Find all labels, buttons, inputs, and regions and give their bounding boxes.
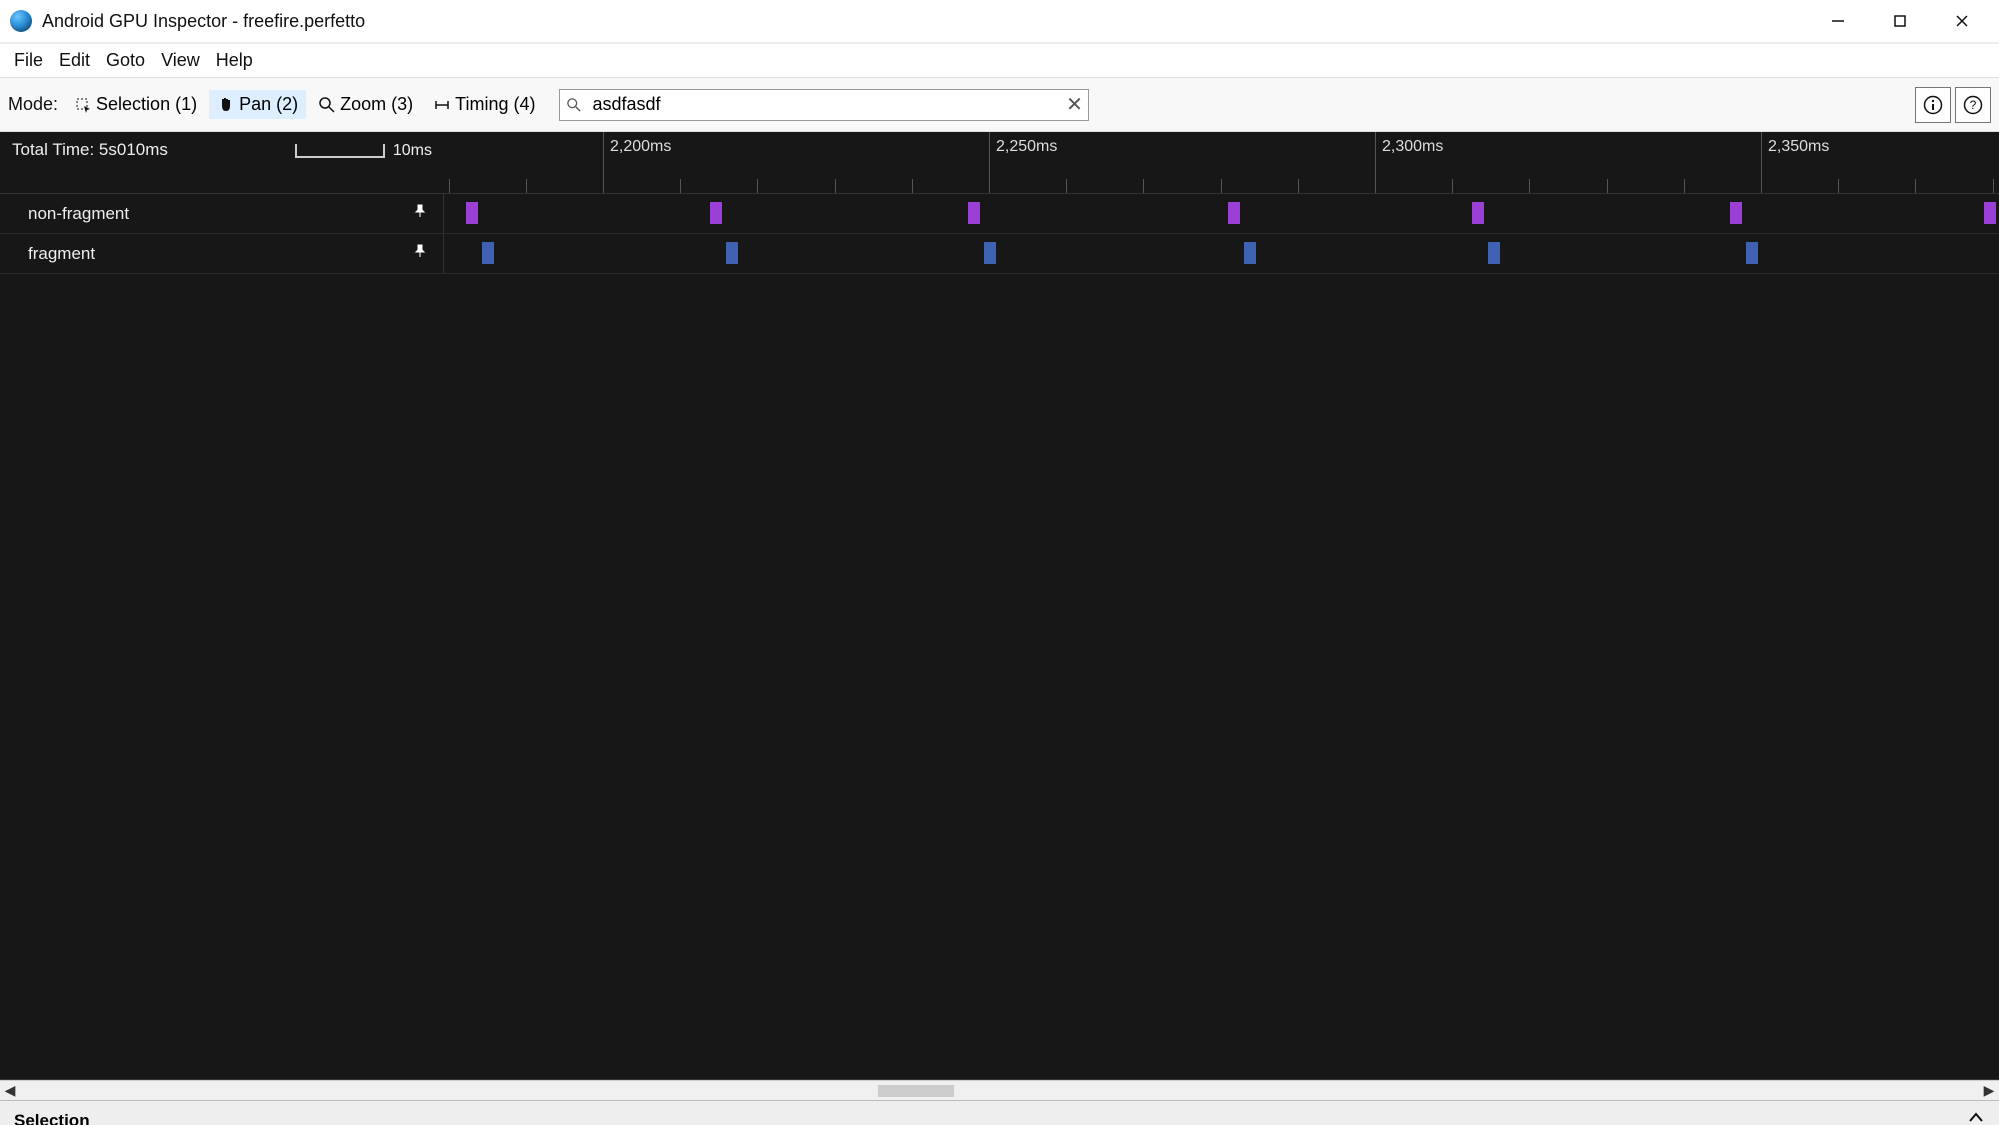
timeline-event[interactable] [984, 242, 996, 264]
ruler-minor-tick [449, 179, 450, 193]
timeline-ruler[interactable]: Total Time: 5s010ms 10ms 2,200ms 2,250ms 2… [0, 132, 1999, 194]
selection-panel-header[interactable]: Selection [0, 1100, 1999, 1125]
scroll-thumb[interactable] [878, 1085, 954, 1097]
ruler-minor-tick [680, 179, 681, 193]
timeline-event[interactable] [710, 202, 722, 224]
timeline-event[interactable] [726, 242, 738, 264]
ruler-major-tick: 2,350ms [1761, 132, 1762, 193]
track-name-label: fragment [28, 244, 95, 264]
ruler-minor-tick [1838, 179, 1839, 193]
mode-label: Mode: [8, 94, 58, 115]
ruler-minor-tick [835, 179, 836, 193]
mode-timing-button[interactable]: Timing (4) [425, 90, 543, 119]
pan-icon [217, 96, 235, 114]
ruler-major-tick: 2,250ms [989, 132, 990, 193]
track-header[interactable]: non-fragment [0, 194, 444, 233]
track-row[interactable]: non-fragment [0, 194, 1999, 234]
ruler-tick-label: 2,300ms [1382, 138, 1443, 156]
track-row[interactable]: fragment [0, 234, 1999, 274]
ruler-tick-label: 2,350ms [1768, 138, 1829, 156]
menu-help[interactable]: Help [208, 46, 261, 75]
timeline-event[interactable] [466, 202, 478, 224]
search-clear-button[interactable]: ✕ [1060, 92, 1088, 117]
menu-goto[interactable]: Goto [98, 46, 153, 75]
ruler-minor-tick [1684, 179, 1685, 193]
mode-zoom-button[interactable]: Zoom (3) [310, 90, 421, 119]
svg-text:?: ? [1970, 98, 1977, 112]
track-name-label: non-fragment [28, 204, 129, 224]
expand-panel-icon[interactable] [1967, 1109, 1985, 1125]
horizontal-scrollbar[interactable]: ◀ ▶ [0, 1080, 1999, 1100]
zoom-icon [318, 96, 336, 114]
menu-edit[interactable]: Edit [51, 46, 98, 75]
window-minimize-button[interactable] [1807, 1, 1869, 41]
selection-panel-title: Selection [14, 1111, 90, 1125]
mode-selection-button[interactable]: Selection (1) [66, 90, 205, 119]
track-header[interactable]: fragment [0, 234, 444, 273]
ruler-minor-tick [1915, 179, 1916, 193]
ruler-tick-label: 2,250ms [996, 138, 1057, 156]
scroll-left-arrow[interactable]: ◀ [0, 1082, 20, 1099]
track-lane[interactable] [444, 194, 1999, 233]
ruler-minor-tick [1221, 179, 1222, 193]
scroll-right-arrow[interactable]: ▶ [1979, 1082, 1999, 1099]
timeline-event[interactable] [1244, 242, 1256, 264]
search-box: ✕ [559, 89, 1089, 121]
search-icon [560, 98, 588, 112]
scale-indicator: 10ms [295, 142, 432, 160]
timeline-empty-area[interactable] [0, 274, 1999, 1080]
timeline-event[interactable] [1746, 242, 1758, 264]
timeline-event[interactable] [1730, 202, 1742, 224]
track-lane[interactable] [444, 234, 1999, 273]
window-close-button[interactable] [1931, 1, 1993, 41]
ruler-minor-tick [1066, 179, 1067, 193]
window-maximize-button[interactable] [1869, 1, 1931, 41]
toolbar: Mode: Selection (1) Pan (2) Zoom (3) Tim… [0, 78, 1999, 132]
help-button[interactable]: ? [1955, 87, 1991, 123]
total-time-label: Total Time: 5s010ms [12, 140, 168, 159]
window-titlebar: Android GPU Inspector - freefire.perfett… [0, 0, 1999, 44]
pin-icon[interactable] [413, 244, 427, 263]
ruler-major-tick: 2,200ms [603, 132, 604, 193]
ruler-minor-tick [912, 179, 913, 193]
ruler-minor-tick [1143, 179, 1144, 193]
timeline-event[interactable] [1228, 202, 1240, 224]
ruler-minor-tick [1607, 179, 1608, 193]
ruler-minor-tick [1452, 179, 1453, 193]
selection-icon [74, 96, 92, 114]
timeline-view[interactable]: Total Time: 5s010ms 10ms 2,200ms 2,250ms 2… [0, 132, 1999, 1080]
ruler-minor-tick [757, 179, 758, 193]
ruler-major-tick: 2,300ms [1375, 132, 1376, 193]
ruler-minor-tick [1298, 179, 1299, 193]
ruler-minor-tick [1529, 179, 1530, 193]
timeline-event[interactable] [1472, 202, 1484, 224]
search-input[interactable] [588, 91, 1060, 119]
app-icon [10, 10, 32, 32]
scroll-track[interactable] [20, 1083, 1979, 1099]
timeline-event[interactable] [482, 242, 494, 264]
menubar: File Edit Goto View Help [0, 44, 1999, 78]
mode-pan-button[interactable]: Pan (2) [209, 90, 306, 119]
timeline-event[interactable] [1488, 242, 1500, 264]
ruler-minor-tick [526, 179, 527, 193]
info-button[interactable] [1915, 87, 1951, 123]
menu-file[interactable]: File [6, 46, 51, 75]
menu-view[interactable]: View [153, 46, 208, 75]
ruler-minor-tick [1993, 179, 1994, 193]
timeline-event[interactable] [1984, 202, 1996, 224]
timing-icon [433, 96, 451, 114]
window-title: Android GPU Inspector - freefire.perfett… [42, 11, 365, 32]
pin-icon[interactable] [413, 204, 427, 223]
ruler-tick-label: 2,200ms [610, 138, 671, 156]
timeline-event[interactable] [968, 202, 980, 224]
